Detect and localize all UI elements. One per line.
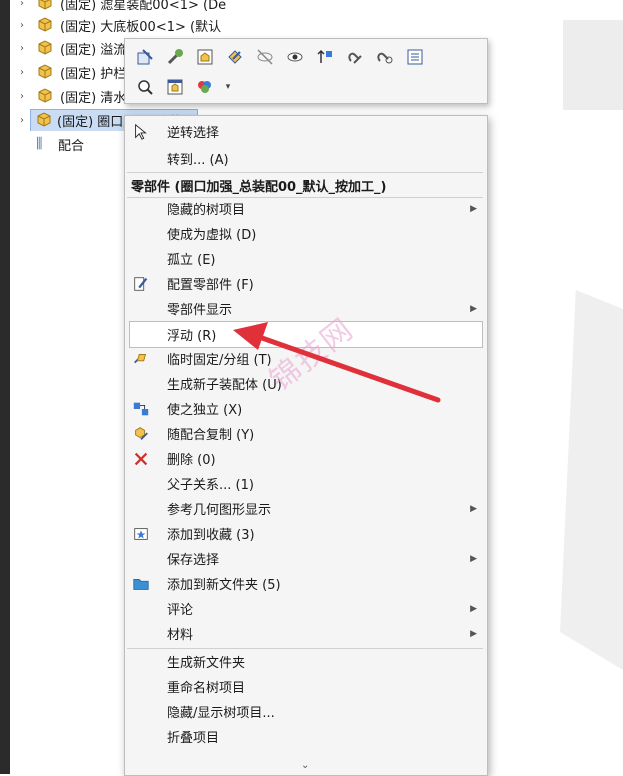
menu-item-save-selection[interactable]: 保存选择 ▶ [125,546,487,571]
tree-item-label: (固定) 护栏 [60,66,127,82]
submenu-arrow-icon: ▶ [470,303,477,314]
context-menu: 逆转选择 转到... (A) 零部件 (圈口加强_总装配00_默认_按加工_) … [124,115,488,776]
menu-item-isolate[interactable]: 孤立 (E) [125,246,487,271]
configure-pencil-icon [131,274,151,294]
component-icon [37,112,51,127]
submenu-arrow-icon: ▶ [470,553,477,564]
tree-item[interactable]: › (固定) 滤星装配00<1> (De [10,0,245,14]
color-appearance-icon[interactable] [193,75,217,99]
tree-item-label: (固定) 滤星装配00<1> (De [60,0,227,13]
appearance-icon[interactable] [223,45,247,69]
tree-item-label: (固定) 溢流 [60,42,127,58]
menu-item-material[interactable]: 材料 ▶ [125,621,487,646]
tree-item-label: 配合 [58,138,85,154]
menu-item-configure-component[interactable]: 配置零部件 (F) [125,271,487,296]
menu-item-comment[interactable]: 评论 ▶ [125,596,487,621]
menu-item-delete[interactable]: 删除 (0) [125,446,487,471]
menu-item-copy-with-mates[interactable]: 随配合复制 (Y) [125,421,487,446]
expand-arrow-icon[interactable]: › [14,67,30,78]
expand-arrow-icon[interactable]: › [14,115,30,126]
component-icon [38,88,52,103]
tree-item[interactable]: › (固定) 大底板00<1> (默认 [10,14,245,36]
mate-icon: ⫼ [36,136,43,152]
menu-item-hidden-tree-items[interactable]: 隐藏的树项目 ▶ [125,196,487,221]
zoom-to-selection-icon[interactable] [133,75,157,99]
dropdown-arrow-icon[interactable]: ▾ [223,75,233,99]
move-up-icon[interactable] [313,45,337,69]
submenu-arrow-icon: ▶ [470,603,477,614]
fix-component-icon[interactable] [163,45,187,69]
component-icon [38,17,52,32]
expand-arrow-icon[interactable]: › [14,91,30,102]
menu-item-add-to-favorites[interactable]: 添加到收藏 (3) [125,521,487,546]
menu-item-goto[interactable]: 转到... (A) [125,146,487,171]
tree-item-label: (固定) 大底板00<1> (默认 [60,19,222,35]
favorites-icon [131,524,151,544]
edit-component-icon[interactable] [133,45,157,69]
expand-arrow-icon[interactable]: › [14,43,30,54]
menu-item-new-folder[interactable]: 生成新文件夹 [125,649,487,674]
menu-item-make-independent[interactable]: 使之独立 (X) [125,396,487,421]
component-icon [38,0,52,10]
context-toolbar: ▾ [124,38,488,104]
menu-section-header: 零部件 (圈口加强_总装配00_默认_按加工_) [131,180,387,195]
tree-item-label: (固定) 清水 [60,90,127,106]
view-mates-icon[interactable] [373,45,397,69]
hide-icon[interactable] [253,45,277,69]
menu-item-parent-child[interactable]: 父子关系... (1) [125,471,487,496]
submenu-arrow-icon: ▶ [470,628,477,639]
component-icon [38,40,52,55]
properties-icon[interactable] [403,45,427,69]
temp-fix-icon [131,349,151,369]
menu-item-collapse-items[interactable]: 折叠项目 [125,724,487,749]
left-panel-strip [0,0,10,774]
graphics-area-shape [560,290,623,670]
component-icon [38,64,52,79]
delete-x-icon [131,449,151,469]
copy-with-mates-icon [131,424,151,444]
isolate-icon[interactable] [163,75,187,99]
menu-item-rename-tree-item[interactable]: 重命名树项目 [125,674,487,699]
graphics-area-shape [563,20,623,110]
submenu-arrow-icon: ▶ [470,503,477,514]
menu-item-make-virtual[interactable]: 使成为虚拟 (D) [125,221,487,246]
open-part-icon[interactable] [193,45,217,69]
folder-icon [131,574,151,594]
submenu-arrow-icon: ▶ [470,203,477,214]
menu-item-add-to-new-folder[interactable]: 添加到新文件夹 (5) [125,571,487,596]
make-independent-icon [131,399,151,419]
mate-icon[interactable] [343,45,367,69]
menu-item-hide-show-tree-items[interactable]: 隐藏/显示树项目... [125,699,487,724]
show-icon[interactable] [283,45,307,69]
cursor-arrow-icon [131,122,151,142]
menu-item-component-display[interactable]: 零部件显示 ▶ [125,296,487,321]
more-chevron-icon[interactable]: ⌄ [301,760,309,771]
expand-arrow-icon[interactable]: › [14,0,30,9]
expand-arrow-icon[interactable]: › [14,20,30,31]
menu-item-ref-geometry-display[interactable]: 参考几何图形显示 ▶ [125,496,487,521]
menu-item-reverse-select[interactable]: 逆转选择 [125,119,487,144]
